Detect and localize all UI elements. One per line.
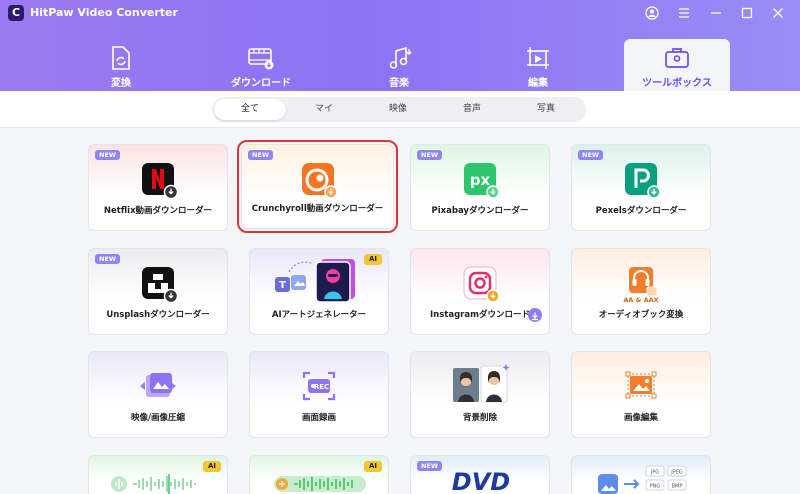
nav-tab-convert[interactable]: 変換 — [68, 39, 174, 91]
tool-ai-audio-1[interactable]: AI — [88, 455, 228, 494]
tool-label: 画面録画 — [301, 413, 336, 423]
nav-tab-edit[interactable]: 編集 — [485, 39, 591, 91]
new-badge: NEW — [417, 150, 443, 160]
new-badge: NEW — [95, 150, 121, 160]
download-status-icon[interactable] — [528, 308, 542, 322]
tool-pixabay-downloader[interactable]: NEW px Pixabayダウンローダー — [410, 144, 550, 231]
new-badge: NEW — [578, 150, 604, 160]
format-chip: JPEG — [670, 470, 683, 476]
tool-media-compressor[interactable]: 映像/画像圧縮 — [88, 351, 228, 438]
pexels-icon — [625, 163, 661, 199]
nav-tab-label: 変換 — [111, 78, 131, 89]
netflix-icon — [142, 163, 178, 199]
new-badge: NEW — [95, 254, 121, 264]
svg-text:REC: REC — [314, 383, 329, 391]
dvd-logo: DVD — [452, 468, 510, 494]
format-caption: AA & AAX — [623, 296, 659, 304]
music-icon — [389, 46, 412, 69]
pixabay-icon: px — [464, 163, 500, 199]
close-icon[interactable] — [768, 3, 788, 23]
download-icon — [248, 48, 274, 70]
crunchyroll-icon — [301, 163, 338, 199]
ai-badge: AI — [202, 461, 221, 472]
tool-dvd[interactable]: NEW DVD — [410, 455, 550, 494]
maximize-icon[interactable] — [737, 3, 757, 23]
user-icon[interactable] — [642, 3, 662, 23]
svg-text:px: px — [470, 171, 491, 189]
convert-icon — [112, 46, 130, 70]
ai-badge: AI — [363, 254, 382, 265]
tool-image-converter[interactable]: JPG JPEG PNG BMP — [571, 455, 711, 494]
image-edit-icon — [625, 371, 657, 399]
dvd-icon: DVD — [452, 468, 510, 494]
menu-icon[interactable] — [674, 3, 694, 23]
nav-tab-label: 音楽 — [389, 78, 409, 89]
nav-tab-label: ダウンロード — [231, 78, 291, 89]
tool-netflix-downloader[interactable]: NEW Netflix動画ダウンローダー — [88, 144, 228, 231]
toolbox-icon — [665, 48, 689, 68]
app-title: HitPaw Video Converter — [30, 6, 178, 19]
nav-tab-toolbox[interactable]: ツールボックス — [624, 39, 730, 91]
tool-label: Unsplashダウンローダー — [106, 310, 210, 320]
minimize-icon[interactable] — [706, 3, 726, 23]
waveform-icon — [111, 474, 196, 494]
tool-label: 画像編集 — [623, 413, 658, 423]
tool-crunchyroll-downloader[interactable]: NEW Crunchyroll動画ダウンローダー — [237, 140, 398, 233]
format-chip: JPG — [650, 470, 659, 476]
tool-label: Pixabayダウンローダー — [431, 206, 529, 216]
tool-label: Crunchyroll動画ダウンローダー — [251, 204, 384, 214]
app-logo-icon: C — [8, 5, 24, 21]
category-filter: 全て マイ 映像 音声 写真 — [212, 97, 586, 122]
format-chip: BMP — [672, 484, 683, 490]
tool-label: オーディオブック変換 — [598, 310, 684, 320]
filter-audio[interactable]: 音声 — [436, 99, 508, 120]
tool-ai-art-generator[interactable]: AI T AIアートジェネレーター — [249, 248, 389, 335]
voice-wave-icon — [274, 476, 366, 492]
ai-badge: AI — [363, 461, 382, 472]
new-badge: NEW — [417, 461, 443, 471]
top-bar: C HitPaw Video Converter 変換 ダウンロード 音楽 編集… — [0, 0, 800, 91]
nav-tab-download[interactable]: ダウンロード — [208, 39, 314, 91]
tool-pexels-downloader[interactable]: NEW Pexelsダウンローダー — [571, 144, 711, 231]
tool-background-remover[interactable]: 背景削除 — [410, 351, 550, 438]
new-badge: NEW — [248, 150, 274, 160]
tool-audiobook-converter[interactable]: AA & AAX オーディオブック変換 — [571, 248, 711, 335]
ai-art-icon: T — [275, 259, 355, 303]
tool-label: AIアートジェネレーター — [271, 310, 367, 320]
unsplash-icon — [142, 267, 178, 303]
nav-tab-label: 編集 — [528, 78, 548, 89]
screen-record-icon: REC — [302, 371, 336, 401]
filter-bar: 全て マイ 映像 音声 写真 — [0, 91, 800, 128]
filter-video[interactable]: 映像 — [362, 99, 434, 120]
nav-tab-music[interactable]: 音楽 — [346, 39, 452, 91]
compress-icon — [140, 373, 176, 397]
tool-label: 映像/画像圧縮 — [130, 413, 186, 423]
filter-all[interactable]: 全て — [214, 99, 286, 120]
instagram-icon — [463, 266, 500, 303]
svg-text:T: T — [279, 280, 286, 291]
tool-label: Netflix動画ダウンローダー — [103, 206, 213, 216]
tool-unsplash-downloader[interactable]: NEW Unsplashダウンローダー — [88, 248, 228, 335]
filter-mine[interactable]: マイ — [288, 99, 360, 120]
filter-photo[interactable]: 写真 — [510, 99, 582, 120]
tool-screen-recorder[interactable]: REC 画面録画 — [249, 351, 389, 438]
tool-ai-audio-2[interactable]: AI — [249, 455, 389, 494]
image-convert-icon: JPG JPEG PNG BMP — [598, 465, 687, 494]
tool-label: 背景削除 — [462, 413, 497, 423]
tool-image-editor[interactable]: 画像編集 — [571, 351, 711, 438]
background-remove-icon — [453, 364, 510, 403]
nav-tab-label: ツールボックス — [642, 78, 712, 89]
tool-label: Pexelsダウンローダー — [595, 206, 687, 216]
edit-icon — [527, 47, 549, 69]
format-chip: PNG — [650, 484, 661, 490]
